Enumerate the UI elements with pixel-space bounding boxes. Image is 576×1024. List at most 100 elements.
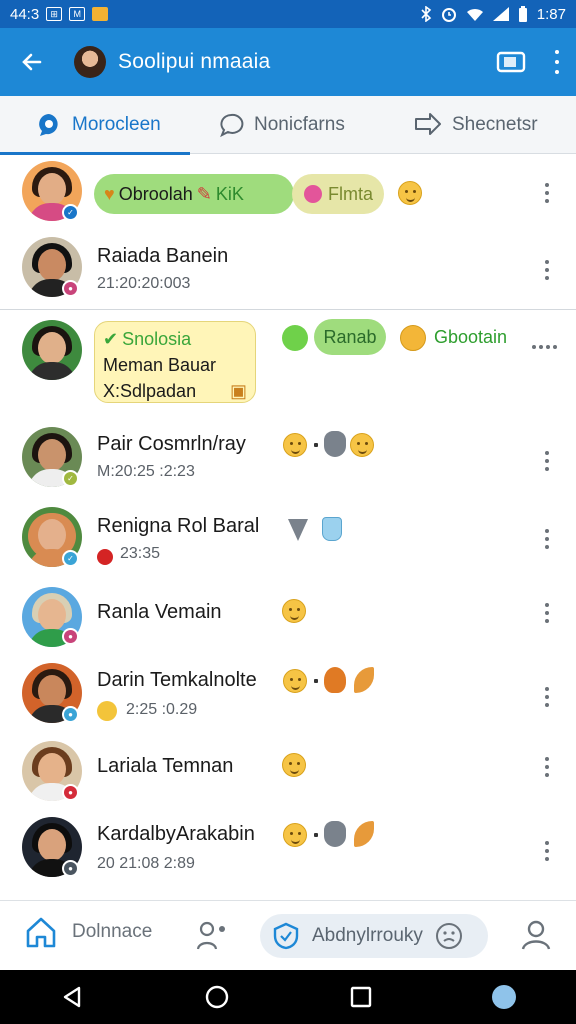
row-menu-button[interactable]: [538, 527, 556, 551]
bluetooth-icon: [421, 6, 432, 22]
message-time: 23:35: [120, 545, 161, 562]
camera-icon: [304, 185, 322, 203]
avatar: [22, 320, 82, 380]
chat-bubble-icon: [39, 113, 58, 136]
tab-share[interactable]: Shecnetsr: [380, 96, 576, 154]
sticker-icon: ▣: [229, 381, 247, 401]
chat-row[interactable]: ✓ Renigna Rol Baral 23:35: [0, 499, 576, 581]
tab-label: Morocleen: [72, 113, 161, 135]
chat-row[interactable]: ✓ ♥ Obroolah ✎ KiK Flmta: [0, 155, 576, 233]
pill-tag: KiK: [215, 183, 244, 204]
contact-name: Lariala Temnan: [97, 755, 234, 777]
message-pill[interactable]: Flmta: [292, 174, 384, 214]
message-time: 2:25 :0.29: [126, 701, 198, 718]
header-title: Soolipui nmaaia: [118, 50, 271, 73]
chat-row[interactable]: ● Ranla Vemain: [0, 581, 576, 657]
fire-icon: [324, 667, 346, 693]
message-time: M:20:25 :2:23: [97, 463, 195, 480]
tab-label: Shecnetsr: [452, 113, 538, 135]
chat-row[interactable]: ● Raiada Banein 21:20:20:003: [0, 233, 576, 311]
tab-label: Nonicfarns: [254, 113, 345, 135]
chat-row[interactable]: ● KardalbyArakabin 20 21:08 2:89: [0, 813, 576, 893]
row-menu-button[interactable]: [538, 839, 556, 863]
bubble-title: Snolosia: [122, 329, 192, 349]
heart-icon: [97, 549, 113, 565]
assistant-icon[interactable]: [492, 985, 516, 1009]
row-menu-button[interactable]: [532, 345, 557, 349]
separator-dot: [314, 443, 318, 447]
row-menu-button[interactable]: [538, 449, 556, 473]
pen-icon: ✎: [196, 183, 212, 204]
message-pill[interactable]: Ranab: [314, 319, 386, 355]
separator-dot: [314, 679, 318, 683]
home-circle-icon[interactable]: [204, 984, 230, 1010]
chat-row[interactable]: ● Lariala Temnan: [0, 737, 576, 813]
contact-name: Renigna Rol Baral: [97, 515, 260, 537]
sticker-icon: [324, 431, 346, 457]
check-icon: ✔: [103, 329, 119, 349]
ice-cream-icon: [288, 519, 308, 541]
row-menu-button[interactable]: [538, 685, 556, 709]
back-button[interactable]: [14, 44, 50, 80]
row-menu-button[interactable]: [538, 601, 556, 625]
contact-name: KardalbyArakabin: [97, 823, 255, 845]
fire-icon: ♥: [104, 183, 115, 204]
contacts-icon[interactable]: [196, 919, 230, 951]
chat-list: ✓ ♥ Obroolah ✎ KiK Flmta ● Raiada Banein…: [0, 155, 576, 900]
header-avatar[interactable]: [74, 46, 106, 78]
online-badge: ✓: [62, 204, 79, 221]
emoji-icon: [350, 433, 374, 457]
highlight-text: Gbootain: [434, 327, 508, 347]
message-bubble[interactable]: ✔ Snolosia Meman Bauar X:Sdlpadan ▣: [94, 321, 256, 403]
status-time-left: 44:3: [10, 5, 40, 23]
tab-chats[interactable]: Morocleen: [0, 96, 190, 155]
sticker-icon: [324, 821, 346, 847]
message-time: 20 21:08 2:89: [97, 855, 195, 872]
separator-dot: [314, 833, 318, 837]
system-nav-bar: [0, 970, 576, 1024]
pill-text: Flmta: [328, 183, 373, 204]
row-menu-button[interactable]: [538, 258, 556, 282]
pill-text: Ranab: [323, 326, 377, 347]
contact-name: Darin Temkalnolte: [97, 669, 257, 691]
online-badge: ●: [62, 280, 79, 297]
status-bar: 44:3 ⊞ M 1:87: [0, 0, 576, 28]
emoji-face-icon: [435, 923, 462, 949]
wifi-icon: [466, 8, 483, 21]
emoji-icon: [282, 599, 306, 623]
alarm-icon: [441, 8, 456, 22]
recents-square-icon[interactable]: [350, 986, 372, 1008]
chat-row[interactable]: ✔ Snolosia Meman Bauar X:Sdlpadan ▣ Rana…: [0, 311, 576, 421]
smile-icon: [282, 325, 308, 351]
drink-icon: [322, 517, 342, 541]
back-arrow-icon: [22, 53, 42, 71]
message-pill[interactable]: ♥ Obroolah ✎ KiK: [94, 174, 294, 214]
chat-row[interactable]: ✓ Pair Cosmrln/ray M:20:25 :2:23: [0, 421, 576, 499]
tab-status[interactable]: Nonicfarns: [190, 96, 380, 154]
online-badge: ✓: [62, 550, 79, 567]
search-label: Abdnylrrouky: [312, 925, 423, 946]
profile-icon[interactable]: [520, 919, 552, 951]
star-icon: [97, 701, 117, 721]
tab-bar: Morocleen Nonicfarns Shecnetsr: [0, 96, 576, 155]
emoji-icon: [283, 823, 307, 847]
contact-name: Raiada Banein: [97, 245, 229, 267]
home-icon: [26, 917, 56, 948]
emoji-icon: [398, 181, 422, 205]
divider: [0, 309, 576, 310]
row-menu-button[interactable]: [538, 755, 556, 779]
emoji-icon: [282, 753, 306, 777]
back-triangle-icon[interactable]: [60, 985, 84, 1009]
video-call-icon[interactable]: [496, 50, 526, 74]
search-pill[interactable]: Abdnylrrouky: [260, 914, 488, 958]
speech-bubble-icon: [220, 113, 244, 137]
row-menu-button[interactable]: [538, 181, 556, 205]
online-badge: ●: [62, 706, 79, 723]
leaf-icon: [354, 821, 374, 847]
bubble-line: X:Sdlpadan: [103, 381, 197, 401]
overflow-menu-button[interactable]: [552, 50, 562, 74]
contact-name: Ranla Vemain: [97, 601, 222, 623]
emoji-icon: [283, 669, 307, 693]
nav-home[interactable]: Dolnnace: [24, 915, 152, 949]
chat-row[interactable]: ● Darin Temkalnolte 2:25 :0.29: [0, 657, 576, 737]
